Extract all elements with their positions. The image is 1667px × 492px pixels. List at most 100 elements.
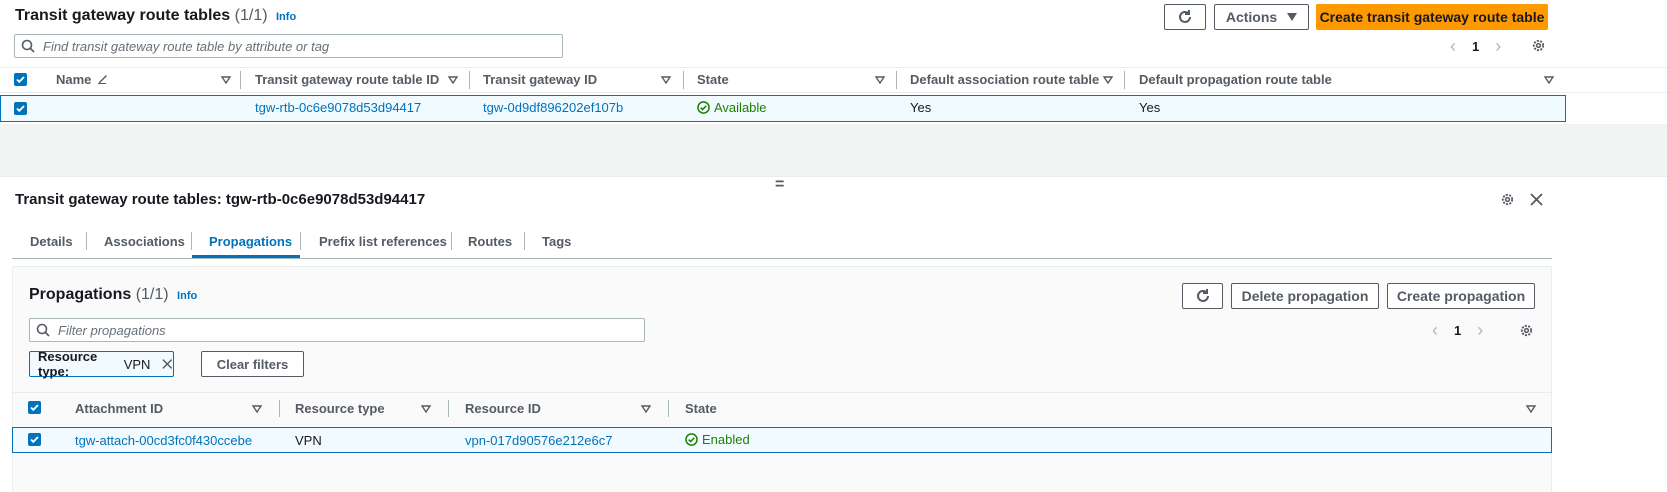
default-prop-value: Yes (1139, 100, 1161, 115)
sort-caret-icon[interactable] (1543, 74, 1555, 86)
prev-page-icon[interactable]: ‹ (1432, 320, 1438, 341)
sort-caret-icon[interactable] (660, 74, 672, 86)
col-divider[interactable] (668, 400, 669, 417)
refresh-button[interactable] (1182, 283, 1223, 309)
sort-caret-icon[interactable] (640, 403, 652, 415)
col-divider[interactable] (469, 71, 470, 89)
top-pagination: ‹ 1 › (1450, 36, 1501, 57)
tab-routes[interactable]: Routes (468, 234, 512, 249)
resource-id-link[interactable]: vpn-017d90576e212e6c7 (465, 433, 612, 448)
splitter-handle[interactable]: = (775, 176, 784, 194)
propagations-count: (1/1) (135, 286, 169, 303)
propagations-table-header (12, 392, 1552, 393)
tgw-id-link[interactable]: tgw-0d9df896202ef107b (483, 100, 623, 115)
attachment-id-link[interactable]: tgw-attach-00cd3fc0f430ccebe (75, 433, 252, 448)
page-title: Transit gateway route tables (1/1) Info (15, 7, 296, 25)
row-checkbox[interactable] (14, 102, 27, 115)
col-divider[interactable] (448, 400, 449, 417)
select-all-checkbox[interactable] (28, 401, 41, 414)
remove-filter-icon[interactable] (162, 358, 173, 370)
tab-prefix-list-references[interactable]: Prefix list references (319, 234, 447, 249)
prev-page-icon[interactable]: ‹ (1450, 36, 1456, 57)
row-checkbox[interactable] (28, 433, 41, 446)
state-enabled: Enabled (685, 432, 750, 447)
tab-details[interactable]: Details (30, 234, 73, 249)
search-icon (21, 39, 35, 53)
detail-title: Transit gateway route tables: tgw-rtb-0c… (15, 191, 426, 208)
state-text: Available (714, 100, 767, 115)
col-divider[interactable] (279, 400, 280, 417)
table-row[interactable] (0, 95, 1566, 122)
col-divider[interactable] (896, 71, 897, 89)
check-circle-icon (697, 101, 710, 114)
page-title-text: Transit gateway route tables (15, 7, 231, 24)
info-link[interactable]: Info (177, 290, 197, 302)
create-propagation-label: Create propagation (1396, 288, 1526, 304)
col-divider[interactable] (683, 71, 684, 89)
tab-divider (191, 232, 192, 250)
route-table-search[interactable]: Find transit gateway route table by attr… (14, 34, 563, 58)
col-divider[interactable] (1124, 71, 1125, 89)
state-text: Enabled (702, 432, 750, 447)
create-propagation-button[interactable]: Create propagation (1387, 283, 1535, 309)
actions-dropdown[interactable]: Actions (1214, 4, 1309, 30)
delete-propagation-button[interactable]: Delete propagation (1231, 283, 1379, 309)
filter-token: Resource type: VPN (29, 349, 174, 379)
selection-count: (1/1) (234, 7, 268, 24)
edit-pencil-icon (98, 75, 108, 84)
col-header-tgw-id[interactable]: Transit gateway ID (483, 72, 597, 87)
settings-gear-icon[interactable] (1500, 192, 1515, 207)
clear-filters-button[interactable]: Clear filters (201, 351, 304, 377)
col-header-default-assoc[interactable]: Default association route table (910, 72, 1099, 87)
sort-caret-icon[interactable] (874, 74, 886, 86)
close-icon[interactable] (1530, 193, 1543, 206)
next-page-icon[interactable]: › (1477, 320, 1483, 341)
col-header-resource-id[interactable]: Resource ID (465, 401, 541, 416)
tabs-baseline (12, 258, 1552, 259)
settings-gear-icon[interactable] (1531, 38, 1546, 53)
state-available: Available (697, 100, 767, 115)
col-header-state[interactable]: State (685, 401, 717, 416)
filter-token-value: VPN (123, 356, 151, 372)
create-route-table-label: Create transit gateway route table (1319, 9, 1545, 25)
tab-associations[interactable]: Associations (104, 234, 185, 249)
next-page-icon[interactable]: › (1495, 36, 1501, 57)
sort-caret-icon[interactable] (1525, 403, 1537, 415)
tab-divider (300, 232, 301, 250)
page-number[interactable]: 1 (1454, 323, 1461, 338)
sort-caret-icon[interactable] (220, 74, 232, 86)
col-header-attachment-id[interactable]: Attachment ID (75, 401, 163, 416)
sort-caret-icon[interactable] (447, 74, 459, 86)
col-header-resource-type[interactable]: Resource type (295, 401, 385, 416)
refresh-button[interactable] (1164, 4, 1206, 30)
create-route-table-button[interactable]: Create transit gateway route table (1316, 4, 1548, 30)
tab-tags[interactable]: Tags (542, 234, 571, 249)
col-divider[interactable] (240, 71, 241, 89)
sort-caret-icon[interactable] (251, 403, 263, 415)
propagations-search[interactable]: Filter propagations (29, 318, 645, 342)
info-link[interactable]: Info (276, 11, 296, 23)
top-table-header (0, 67, 1667, 93)
propagations-title-text: Propagations (29, 286, 132, 303)
col-name-label: Name (56, 72, 92, 87)
sort-caret-icon[interactable] (1102, 74, 1114, 86)
rtb-id-link[interactable]: tgw-rtb-0c6e9078d53d94417 (255, 100, 421, 115)
resource-type-value: VPN (295, 433, 322, 448)
default-assoc-value: Yes (910, 100, 932, 115)
filter-token-key: Resource type: (38, 349, 98, 379)
tab-divider (451, 232, 452, 250)
caret-down-icon (1287, 13, 1298, 21)
refresh-icon (1179, 10, 1191, 23)
select-all-checkbox[interactable] (14, 73, 27, 86)
col-header-state[interactable]: State (697, 72, 729, 87)
tab-divider (524, 232, 525, 250)
settings-gear-icon[interactable] (1519, 323, 1534, 338)
col-header-name[interactable]: Name (56, 72, 109, 87)
page-number[interactable]: 1 (1472, 39, 1479, 54)
tab-propagations[interactable]: Propagations (209, 234, 292, 249)
propagations-pagination: ‹ 1 › (1432, 320, 1483, 341)
search-placeholder: Find transit gateway route table by attr… (43, 38, 330, 54)
col-header-rtb-id[interactable]: Transit gateway route table ID (255, 72, 439, 87)
sort-caret-icon[interactable] (420, 403, 432, 415)
col-header-default-prop[interactable]: Default propagation route table (1139, 72, 1332, 87)
